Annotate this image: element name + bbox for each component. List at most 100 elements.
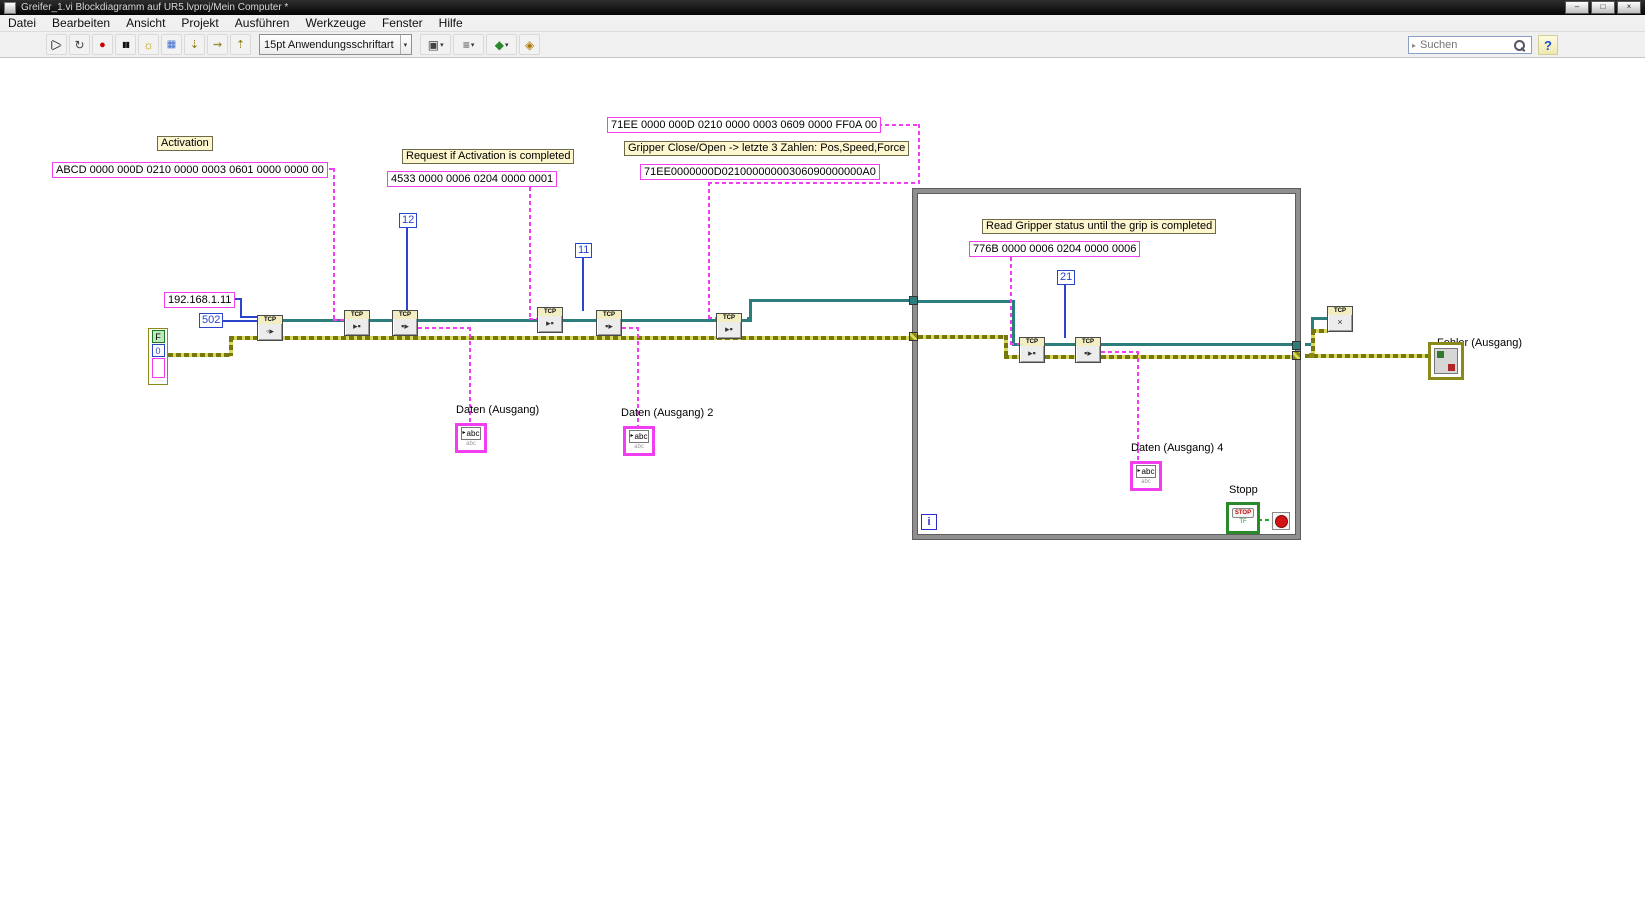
error-code-constant[interactable]: 0 <box>151 344 165 357</box>
string-wire[interactable] <box>418 327 471 329</box>
string-constant-status-command[interactable]: 776B 0000 0006 0204 0000 0006 <box>969 241 1141 257</box>
tcp-connection-wire[interactable] <box>749 299 909 302</box>
label-read-gripper-status[interactable]: Read Gripper status until the grip is co… <box>982 219 1217 234</box>
string-wire[interactable] <box>708 182 920 184</box>
daten-ausgang-1-indicator[interactable]: ▸ abc abc <box>455 423 487 453</box>
tcp-read-node[interactable]: TCP ▪▸ <box>1075 337 1101 363</box>
numeric-constant-port[interactable]: 502 <box>199 313 224 328</box>
tcp-connection-wire[interactable] <box>563 319 596 322</box>
string-constant-gripper-command-compact[interactable]: 71EE0000000D02100000000306090000000A0 <box>640 164 880 180</box>
daten-ausgang-1-label[interactable]: Daten (Ausgang) <box>456 404 539 416</box>
tcp-connection-wire[interactable] <box>370 319 392 322</box>
fehler-ausgang-indicator[interactable] <box>1428 342 1464 380</box>
numeric-wire[interactable] <box>406 228 408 311</box>
tcp-connection-wire[interactable] <box>918 300 1014 303</box>
daten-ausgang-4-label[interactable]: Daten (Ausgang) 4 <box>1131 442 1223 454</box>
tcp-write-node[interactable]: TCP ▸▪ <box>716 313 742 339</box>
tcp-connection-wire[interactable] <box>622 319 716 322</box>
error-wire[interactable] <box>168 353 231 357</box>
loop-tunnel-tcp[interactable] <box>1292 341 1301 350</box>
tcp-connection-wire[interactable] <box>418 319 537 322</box>
tcp-write-node[interactable]: TCP ▸▪ <box>1019 337 1045 363</box>
minimize-button[interactable]: – <box>1565 1 1589 14</box>
close-button[interactable]: × <box>1617 1 1641 14</box>
run-button[interactable]: ▶ <box>46 34 67 55</box>
label-gripper-close-open[interactable]: Gripper Close/Open -> letzte 3 Zahlen: P… <box>624 141 910 156</box>
menu-werkzeuge[interactable]: Werkzeuge <box>297 16 373 30</box>
font-selector[interactable]: 15pt Anwendungsschriftart ▾ <box>259 34 413 55</box>
tcp-read-node[interactable]: TCP ▪▸ <box>392 310 418 336</box>
boolean-false-constant[interactable]: F <box>151 330 165 343</box>
string-wire[interactable] <box>918 124 920 184</box>
align-objects-button[interactable]: ▣ ▾ <box>420 34 452 55</box>
error-wire[interactable] <box>1311 329 1328 333</box>
tcp-close-connection-node[interactable]: TCP × <box>1327 306 1353 332</box>
label-request-completed[interactable]: Request if Activation is completed <box>402 149 575 164</box>
error-wire[interactable] <box>1101 355 1296 359</box>
error-source-constant[interactable] <box>151 358 165 378</box>
string-wire[interactable] <box>708 182 710 319</box>
distribute-objects-button[interactable]: ≡ ▾ <box>453 34 485 55</box>
string-wire[interactable] <box>529 187 531 320</box>
tcp-connection-wire[interactable] <box>1101 343 1296 346</box>
loop-tunnel-tcp[interactable] <box>909 296 918 305</box>
titlebar[interactable]: Greifer_1.vi Blockdiagramm auf UR5.lvpro… <box>0 0 1645 15</box>
tcp-write-node[interactable]: TCP ▸▪ <box>344 310 370 336</box>
menu-fenster[interactable]: Fenster <box>374 16 431 30</box>
retain-wire-values-button[interactable]: ▦ <box>161 34 182 55</box>
step-over-button[interactable]: ⇝ <box>207 34 228 55</box>
string-wire[interactable] <box>1010 257 1012 345</box>
menu-projekt[interactable]: Projekt <box>173 16 226 30</box>
numeric-constant-bytes-3[interactable]: 21 <box>1057 270 1076 285</box>
tcp-write-node[interactable]: TCP ▸▪ <box>537 307 563 333</box>
search-scope-icon[interactable]: ▸ <box>1412 41 1416 50</box>
error-wire[interactable] <box>1045 355 1075 359</box>
error-wire[interactable] <box>918 335 1006 339</box>
string-wire[interactable] <box>1101 351 1139 353</box>
tcp-connection-wire[interactable] <box>1311 317 1327 320</box>
loop-condition-terminal[interactable] <box>1272 512 1290 530</box>
menu-bearbeiten[interactable]: Bearbeiten <box>44 16 118 30</box>
tcp-connection-wire[interactable] <box>1012 300 1015 346</box>
numeric-wire[interactable] <box>1064 285 1066 338</box>
error-wire[interactable] <box>1305 354 1428 358</box>
numeric-constant-bytes-2[interactable]: 11 <box>575 243 593 258</box>
clean-up-diagram-button[interactable]: ◈ <box>519 34 541 55</box>
string-constant-activation-command[interactable]: ABCD 0000 000D 0210 0000 0003 0601 0000 … <box>52 162 328 178</box>
numeric-wire[interactable] <box>582 258 584 311</box>
loop-tunnel-error[interactable] <box>1292 351 1301 360</box>
search-input[interactable] <box>1418 38 1512 52</box>
menu-ansicht[interactable]: Ansicht <box>118 16 173 30</box>
numeric-wire[interactable] <box>220 320 257 322</box>
tcp-read-node[interactable]: TCP ▪▸ <box>596 310 622 336</box>
tcp-open-connection-node[interactable]: TCP ◦▸ <box>257 315 283 341</box>
reorder-button[interactable]: ◆ ▾ <box>486 34 518 55</box>
string-constant-ip-address[interactable]: 192.168.1.11 <box>164 292 236 308</box>
run-continuous-button[interactable]: ↻ <box>69 34 90 55</box>
menu-datei[interactable]: Datei <box>0 16 44 30</box>
string-wire[interactable] <box>240 316 257 318</box>
maximize-button[interactable]: □ <box>1591 1 1615 14</box>
string-wire[interactable] <box>240 298 242 318</box>
step-out-button[interactable]: ⇡ <box>230 34 251 55</box>
menu-ausfuehren[interactable]: Ausführen <box>227 16 298 30</box>
help-button[interactable]: ? <box>1538 35 1558 55</box>
daten-ausgang-2-label[interactable]: Daten (Ausgang) 2 <box>621 407 713 419</box>
string-constant-gripper-command-hex[interactable]: 71EE 0000 000D 0210 0000 0003 0609 0000 … <box>607 117 882 133</box>
numeric-constant-bytes-1[interactable]: 12 <box>399 213 418 228</box>
stopp-button[interactable]: STOP TF <box>1226 502 1260 534</box>
pause-button[interactable]: ▮▮ <box>115 34 136 55</box>
daten-ausgang-2-indicator[interactable]: ▸ abc abc <box>623 426 655 456</box>
string-wire[interactable] <box>333 168 335 321</box>
daten-ausgang-4-indicator[interactable]: ▸ abc abc <box>1130 461 1162 491</box>
stopp-label[interactable]: Stopp <box>1229 484 1258 496</box>
step-into-button[interactable]: ⇣ <box>184 34 205 55</box>
abort-button[interactable]: ● <box>92 34 113 55</box>
loop-tunnel-error[interactable] <box>909 332 918 341</box>
error-wire[interactable] <box>229 336 910 340</box>
label-activation[interactable]: Activation <box>157 136 213 151</box>
string-constant-request-command[interactable]: 4533 0000 0006 0204 0000 0001 <box>387 171 558 187</box>
loop-iteration-terminal[interactable]: i <box>921 514 937 530</box>
error-in-cluster-constant[interactable]: F 0 <box>148 328 168 385</box>
tcp-connection-wire[interactable] <box>1045 343 1075 346</box>
